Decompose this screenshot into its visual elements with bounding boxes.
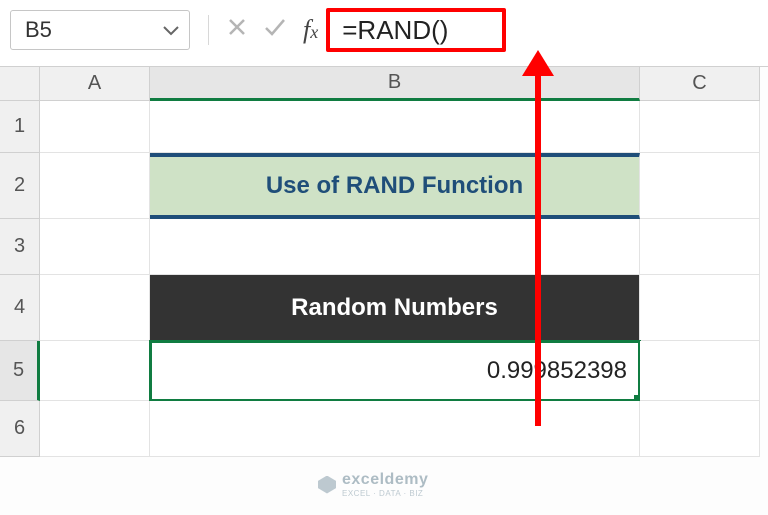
row-5: 5 0.999852398 — [0, 341, 768, 401]
column-header-B[interactable]: B — [150, 67, 640, 101]
row-6: 6 — [0, 401, 768, 457]
cell-B6[interactable] — [150, 401, 640, 457]
watermark-brand: exceldemy — [342, 471, 428, 489]
chevron-down-icon[interactable] — [163, 20, 179, 41]
cell-B2-title[interactable]: Use of RAND Function — [150, 153, 640, 219]
row-header-2[interactable]: 2 — [0, 153, 40, 219]
row-3: 3 — [0, 219, 768, 275]
cell-C2[interactable] — [640, 153, 760, 219]
cell-B5-selected[interactable]: 0.999852398 — [150, 341, 640, 401]
watermark-text: exceldemy EXCEL · DATA · BIZ — [342, 471, 428, 498]
insert-function-icon[interactable]: fx — [303, 15, 318, 45]
cell-C5[interactable] — [640, 341, 760, 401]
row-header-5[interactable]: 5 — [0, 341, 40, 401]
row-4: 4 Random Numbers — [0, 275, 768, 341]
column-header-C[interactable]: C — [640, 67, 760, 101]
cell-C3[interactable] — [640, 219, 760, 275]
select-all-corner[interactable] — [0, 67, 40, 101]
cell-C6[interactable] — [640, 401, 760, 457]
cell-B4-header[interactable]: Random Numbers — [150, 275, 640, 341]
cell-B5-value: 0.999852398 — [487, 357, 627, 385]
cell-B3[interactable] — [150, 219, 640, 275]
name-box[interactable]: B5 — [10, 10, 190, 50]
cell-A3[interactable] — [40, 219, 150, 275]
cell-A6[interactable] — [40, 401, 150, 457]
name-box-value: B5 — [25, 17, 52, 43]
sheet-grid: A B C 1 2 Use of RAND Function 3 4 Rando… — [0, 67, 768, 457]
cell-C1[interactable] — [640, 101, 760, 153]
formula-bar: B5 fx =RAND() — [0, 0, 768, 67]
formula-bar-icons: fx — [227, 15, 318, 45]
column-header-A[interactable]: A — [40, 67, 150, 101]
divider — [208, 15, 209, 45]
cell-B1[interactable] — [150, 101, 640, 153]
cell-A2[interactable] — [40, 153, 150, 219]
row-header-3[interactable]: 3 — [0, 219, 40, 275]
cell-A1[interactable] — [40, 101, 150, 153]
row-header-4[interactable]: 4 — [0, 275, 40, 341]
watermark-tagline: EXCEL · DATA · BIZ — [342, 489, 428, 498]
title-text: Use of RAND Function — [266, 172, 523, 200]
row-1: 1 — [0, 101, 768, 153]
formula-text: =RAND() — [342, 15, 448, 46]
cancel-icon[interactable] — [227, 16, 247, 44]
row-header-1[interactable]: 1 — [0, 101, 40, 153]
row-2: 2 Use of RAND Function — [0, 153, 768, 219]
cell-A5[interactable] — [40, 341, 150, 401]
cell-C4[interactable] — [640, 275, 760, 341]
formula-input[interactable]: =RAND() — [326, 8, 506, 52]
header-text: Random Numbers — [291, 294, 498, 322]
column-headers: A B C — [0, 67, 768, 101]
row-header-6[interactable]: 6 — [0, 401, 40, 457]
enter-icon[interactable] — [263, 16, 287, 44]
cell-A4[interactable] — [40, 275, 150, 341]
watermark-logo-icon — [318, 476, 336, 494]
watermark: exceldemy EXCEL · DATA · BIZ — [318, 471, 428, 498]
